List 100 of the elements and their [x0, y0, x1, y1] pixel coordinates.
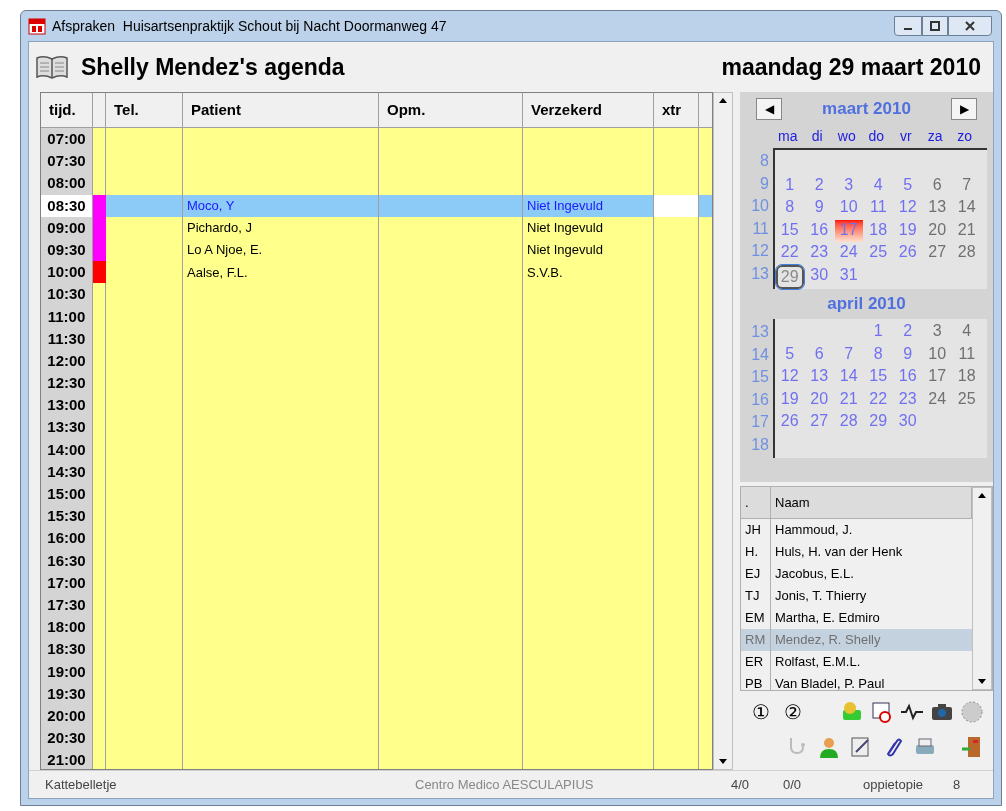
column-header[interactable]: tijd.	[41, 93, 93, 128]
time-cell[interactable]: 10:00	[41, 261, 93, 285]
time-cell[interactable]: 16:30	[41, 549, 93, 574]
calendar-day[interactable]: 2	[894, 321, 922, 344]
time-cell[interactable]: 14:00	[41, 438, 93, 463]
column-header[interactable]: Tel.	[106, 93, 183, 128]
person-icon[interactable]	[817, 735, 841, 759]
calendar-day[interactable]: 27	[805, 411, 833, 434]
time-cell[interactable]: 18:30	[41, 638, 93, 662]
time-cell[interactable]: 14:30	[41, 460, 93, 485]
doctor-row[interactable]: EJ Jacobus, E.L.	[741, 563, 972, 585]
time-cell[interactable]: 17:30	[41, 593, 93, 618]
view-button[interactable]: ①	[748, 702, 774, 722]
calendar-day[interactable]: 1	[776, 174, 804, 197]
time-cell[interactable]: 08:30	[41, 194, 93, 219]
time-cell[interactable]: 13:30	[41, 416, 93, 440]
time-cell[interactable]: 11:00	[41, 305, 93, 329]
calendar-day[interactable]: 8	[864, 343, 892, 366]
calendar-day[interactable]: 15	[776, 219, 804, 242]
calendar-day[interactable]: 12	[776, 366, 804, 389]
calendar-day[interactable]: 14	[953, 197, 981, 220]
calendar-day[interactable]: 26	[894, 242, 922, 265]
close-button[interactable]	[948, 16, 992, 36]
time-cell[interactable]: 15:00	[41, 483, 93, 507]
doctor-row[interactable]: ER Rolfast, E.M.L.	[741, 651, 972, 673]
close-icon[interactable]	[964, 21, 976, 31]
time-cell[interactable]: 07:30	[41, 150, 93, 174]
next-month-button[interactable]: ▶	[951, 98, 977, 120]
calendar-day[interactable]: 7	[835, 343, 863, 366]
time-cell[interactable]: 10:30	[41, 283, 93, 307]
column-header[interactable]: .	[741, 487, 771, 518]
time-cell[interactable]: 20:00	[41, 704, 93, 729]
column-header[interactable]: Opm.	[379, 93, 523, 128]
calendar-day[interactable]: 2	[805, 174, 833, 197]
time-cell[interactable]: 08:00	[41, 172, 93, 196]
calendar-day[interactable]: 14	[835, 366, 863, 389]
column-header[interactable]: Patient	[183, 93, 379, 128]
calendar-day[interactable]: 15	[864, 366, 892, 389]
calendar-day[interactable]: 27	[923, 242, 951, 265]
calendar-day[interactable]: 4	[953, 321, 981, 344]
calendar-day[interactable]: 6	[805, 343, 833, 366]
calendar-day[interactable]: 12	[894, 197, 922, 220]
calendar-day[interactable]: 4	[864, 174, 892, 197]
calendar-day[interactable]: 23	[805, 242, 833, 265]
calendar-day[interactable]: 28	[835, 411, 863, 434]
time-cell[interactable]: 11:30	[41, 327, 93, 352]
column-header[interactable]: Verzekerd	[523, 93, 654, 128]
time-cell[interactable]: 16:00	[41, 527, 93, 551]
maximize-button[interactable]	[922, 16, 948, 36]
calendar-day[interactable]: 10	[923, 343, 951, 366]
time-cell[interactable]: 20:30	[41, 727, 93, 751]
calendar-day[interactable]: 29	[864, 411, 892, 434]
calendar-day[interactable]: 21	[835, 388, 863, 411]
time-cell[interactable]: 17:00	[41, 571, 93, 596]
calendar-day[interactable]: 24	[923, 388, 951, 411]
time-cell[interactable]: 07:00	[41, 128, 93, 152]
time-cell[interactable]: 18:00	[41, 616, 93, 640]
calendar-day[interactable]: 16	[805, 219, 833, 242]
view-button[interactable]: ②	[780, 702, 806, 722]
time-cell[interactable]: 12:30	[41, 372, 93, 396]
calendar-day[interactable]: 13	[805, 366, 833, 389]
calendar-day[interactable]: 25	[864, 242, 892, 265]
calendar-day[interactable]: 9	[894, 343, 922, 366]
calendar-day[interactable]: 21	[953, 219, 981, 242]
scrollbar[interactable]	[713, 92, 733, 770]
calendar-day[interactable]: 11	[953, 343, 981, 366]
calendar-day[interactable]: 29	[776, 264, 804, 289]
time-cell[interactable]: 19:00	[41, 660, 93, 684]
time-cell[interactable]: 19:30	[41, 682, 93, 707]
calendar-day[interactable]: 22	[864, 388, 892, 411]
calendar-day[interactable]: 11	[864, 197, 892, 220]
calendar-day[interactable]: 31	[835, 264, 863, 289]
calendar-day[interactable]: 5	[776, 343, 804, 366]
calendar-day[interactable]: 10	[835, 197, 863, 220]
calendar-day[interactable]: 1	[864, 321, 892, 344]
calendar-day[interactable]: 13	[923, 197, 951, 220]
calendar-day[interactable]: 18	[953, 366, 981, 389]
calendar-day[interactable]: 9	[805, 197, 833, 220]
calendar-day[interactable]: 18	[864, 219, 892, 242]
time-cell[interactable]: 15:30	[41, 505, 93, 529]
column-header[interactable]: xtr	[654, 93, 699, 128]
calendar-day[interactable]: 3	[923, 321, 951, 344]
scrollbar[interactable]	[972, 487, 992, 690]
calendar-day[interactable]: 16	[894, 366, 922, 389]
time-cell[interactable]: 09:30	[41, 238, 93, 263]
calendar-day[interactable]: 26	[776, 411, 804, 434]
time-cell[interactable]: 21:00	[41, 749, 93, 769]
time-cell[interactable]: 12:00	[41, 349, 93, 374]
time-cell[interactable]: 13:00	[41, 394, 93, 418]
calendar-day[interactable]: 3	[835, 174, 863, 197]
time-cell[interactable]: 09:00	[41, 216, 93, 241]
calendar-day[interactable]: 19	[776, 388, 804, 411]
maximize-icon[interactable]	[930, 21, 940, 31]
calendar-day[interactable]: 20	[805, 388, 833, 411]
calendar-day[interactable]: 19	[894, 219, 922, 242]
calendar-day[interactable]: 28	[953, 242, 981, 265]
calendar-day[interactable]: 23	[894, 388, 922, 411]
calendar-day[interactable]: 6	[923, 174, 951, 197]
calendar-day[interactable]: 30	[805, 264, 833, 289]
doctor-row[interactable]: JH Hammoud, J.	[741, 519, 972, 541]
